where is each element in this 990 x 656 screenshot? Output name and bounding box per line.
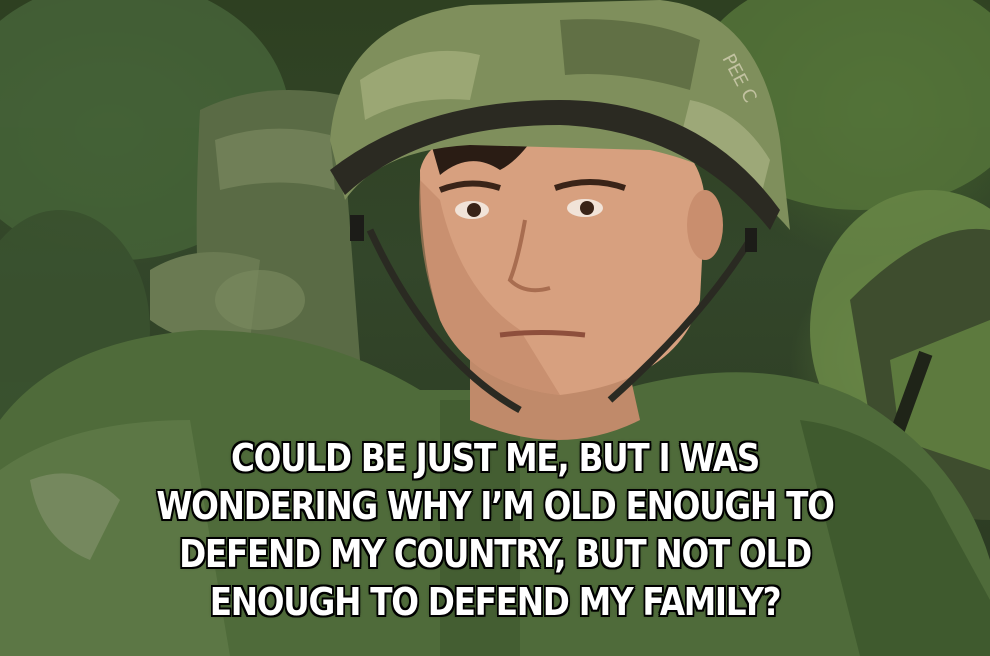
meme-caption: COULD BE JUST ME, BUT I WAS WONDERING WH… <box>104 434 887 626</box>
face <box>419 125 723 395</box>
caption-line-4: ENOUGH TO DEFEND MY FAMILY? <box>209 580 782 624</box>
meme-image: PEE C COULD BE JUST ME, BUT I WAS WONDER… <box>0 0 990 656</box>
caption-line-1: COULD BE JUST ME, BUT I WAS <box>230 436 760 480</box>
caption-line-3: DEFEND MY COUNTRY, BUT NOT OLD <box>179 532 812 576</box>
caption-line-2: WONDERING WHY I’M OLD ENOUGH TO <box>156 484 834 528</box>
